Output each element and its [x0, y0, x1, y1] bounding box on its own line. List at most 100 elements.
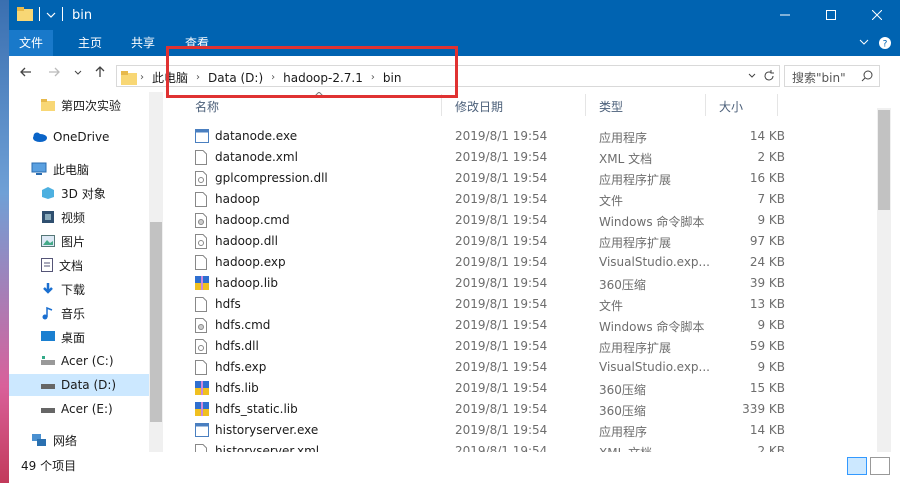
file-row[interactable]: hadoop.cmd 2019/8/1 19:54 Windows 命令脚本 9 KB — [179, 210, 885, 231]
picture-icon — [41, 235, 55, 247]
column-divider[interactable] — [777, 94, 778, 116]
column-header-type[interactable]: 类型 — [599, 98, 623, 115]
file-type: 应用程序扩展 — [599, 173, 672, 187]
file-name: hdfs — [215, 297, 241, 311]
large-icons-view-button[interactable] — [870, 457, 890, 475]
recent-locations-button[interactable] — [69, 65, 87, 83]
sidebar-item-3d-objects[interactable]: 3D 对象 — [41, 182, 106, 204]
file-size: 15 KB — [749, 381, 785, 395]
file-date: 2019/8/1 19:54 — [455, 213, 548, 227]
sidebar-item-pictures[interactable]: 图片 — [41, 230, 85, 252]
file-type: 360压缩 — [599, 383, 646, 397]
file-icon — [195, 444, 209, 452]
file-size: 2 KB — [757, 444, 785, 452]
file-size: 9 KB — [757, 318, 785, 332]
breadcrumb-chevron-icon[interactable]: › — [137, 72, 147, 83]
dropdown-arrow-icon[interactable] — [46, 9, 56, 19]
up-button[interactable] — [91, 65, 109, 83]
details-view-button[interactable] — [847, 457, 867, 475]
file-row[interactable]: hdfs.exp 2019/8/1 19:54 VisualStudio.exp..… — [179, 357, 885, 378]
music-icon — [42, 306, 53, 320]
maximize-button[interactable] — [808, 0, 854, 30]
file-icon — [195, 192, 209, 208]
status-bar: 49 个项目 — [9, 452, 900, 483]
sidebar-item-desktop[interactable]: 桌面 — [41, 326, 85, 348]
cmd-icon — [195, 213, 209, 229]
sidebar-item-this-pc[interactable]: 此电脑 — [31, 158, 89, 180]
drive-icon — [41, 384, 55, 389]
file-type: Windows 命令脚本 — [599, 215, 705, 229]
sidebar-item-fourth-lab[interactable]: 第四次实验 — [41, 94, 121, 116]
sidebar-scrollbar[interactable] — [149, 92, 163, 452]
file-size: 13 KB — [749, 297, 785, 311]
refresh-button[interactable] — [762, 69, 776, 86]
sidebar-item-videos[interactable]: 视频 — [41, 206, 85, 228]
file-row[interactable]: hadoop.dll 2019/8/1 19:54 应用程序扩展 97 KB — [179, 231, 885, 252]
file-row[interactable]: gplcompression.dll 2019/8/1 19:54 应用程序扩展 16… — [179, 168, 885, 189]
column-header-name[interactable]: 名称 — [195, 98, 219, 115]
file-type: VisualStudio.exp... — [599, 360, 710, 374]
minimize-icon — [780, 14, 790, 16]
minimize-button[interactable] — [762, 0, 808, 30]
sidebar-item-label: 3D 对象 — [61, 186, 106, 201]
file-row[interactable]: datanode.exe 2019/8/1 19:54 应用程序 14 KB — [179, 126, 885, 147]
file-size: 16 KB — [749, 171, 785, 185]
column-header-size[interactable]: 大小 — [719, 98, 743, 115]
sidebar-item-label: 桌面 — [61, 330, 86, 345]
explorer-window: bin 文件 主页 共享 查看 ? › 此电脑 › Data (D:) › ha… — [9, 0, 900, 483]
file-row[interactable]: hdfs.dll 2019/8/1 19:54 应用程序扩展 59 KB — [179, 336, 885, 357]
sidebar-scroll-thumb[interactable] — [150, 222, 162, 422]
back-button[interactable] — [17, 65, 35, 83]
file-list-scrollbar[interactable] — [877, 108, 891, 453]
file-type: VisualStudio.exp... — [599, 255, 710, 269]
title-bar: bin — [9, 0, 900, 30]
sidebar-item-music[interactable]: 音乐 — [41, 302, 85, 324]
file-row[interactable]: hdfs 2019/8/1 19:54 文件 13 KB — [179, 294, 885, 315]
help-icon[interactable]: ? — [878, 36, 892, 50]
file-row[interactable]: historyserver.xml 2019/8/1 19:54 XML 文档 2 K… — [179, 441, 885, 452]
cmd-icon — [195, 318, 209, 334]
tab-home[interactable]: 主页 — [78, 30, 102, 56]
expand-ribbon-icon[interactable] — [858, 36, 870, 48]
sidebar-item-documents[interactable]: 文档 — [41, 254, 83, 276]
folder-icon — [121, 70, 137, 85]
sidebar-item-downloads[interactable]: 下载 — [41, 278, 85, 300]
file-name: hadoop.cmd — [215, 213, 290, 227]
sidebar-item-network[interactable]: 网络 — [31, 429, 77, 451]
sidebar-item-drive-c[interactable]: Acer (C:) — [41, 350, 114, 372]
file-row[interactable]: hdfs.cmd 2019/8/1 19:54 Windows 命令脚本 9 KB — [179, 315, 885, 336]
address-dropdown-button[interactable] — [747, 70, 757, 84]
column-header-date[interactable]: 修改日期 — [455, 98, 503, 115]
tab-share[interactable]: 共享 — [131, 30, 155, 56]
file-row[interactable]: hadoop 2019/8/1 19:54 文件 7 KB — [179, 189, 885, 210]
file-name: hdfs_static.lib — [215, 402, 298, 416]
file-type: 应用程序 — [599, 425, 648, 439]
file-type: 360压缩 — [599, 404, 646, 418]
column-divider[interactable] — [585, 94, 586, 116]
file-list-scroll-thumb[interactable] — [878, 110, 890, 210]
file-row[interactable]: hdfs.lib 2019/8/1 19:54 360压缩 15 KB — [179, 378, 885, 399]
file-row[interactable]: hdfs_static.lib 2019/8/1 19:54 360压缩 339 KB — [179, 399, 885, 420]
file-row[interactable]: datanode.xml 2019/8/1 19:54 XML 文档 2 KB — [179, 147, 885, 168]
file-date: 2019/8/1 19:54 — [455, 360, 548, 374]
file-date: 2019/8/1 19:54 — [455, 402, 548, 416]
video-icon — [42, 211, 54, 223]
file-row[interactable]: hadoop.lib 2019/8/1 19:54 360压缩 39 KB — [179, 273, 885, 294]
file-type: 应用程序扩展 — [599, 341, 672, 355]
file-list: 名称 修改日期 类型 大小 datanode.exe 2019/8/1 19:54… — [179, 92, 885, 452]
file-date: 2019/8/1 19:54 — [455, 150, 548, 164]
close-button[interactable] — [854, 0, 900, 30]
file-name: hadoop — [215, 192, 260, 206]
forward-button[interactable] — [45, 65, 63, 83]
file-row[interactable]: hadoop.exp 2019/8/1 19:54 VisualStudio.exp… — [179, 252, 885, 273]
sidebar-item-onedrive[interactable]: OneDrive — [31, 126, 109, 148]
file-size: 39 KB — [749, 276, 785, 290]
sidebar-item-drive-e[interactable]: Acer (E:) — [41, 398, 113, 420]
sidebar-item-drive-d[interactable]: Data (D:) — [9, 374, 149, 396]
file-type: 文件 — [599, 194, 624, 208]
file-row[interactable]: historyserver.exe 2019/8/1 19:54 应用程序 14 KB — [179, 420, 885, 441]
tab-file[interactable]: 文件 — [9, 30, 54, 56]
file-date: 2019/8/1 19:54 — [455, 381, 548, 395]
column-divider[interactable] — [705, 94, 706, 116]
search-box[interactable]: 搜索"bin" — [784, 65, 880, 87]
